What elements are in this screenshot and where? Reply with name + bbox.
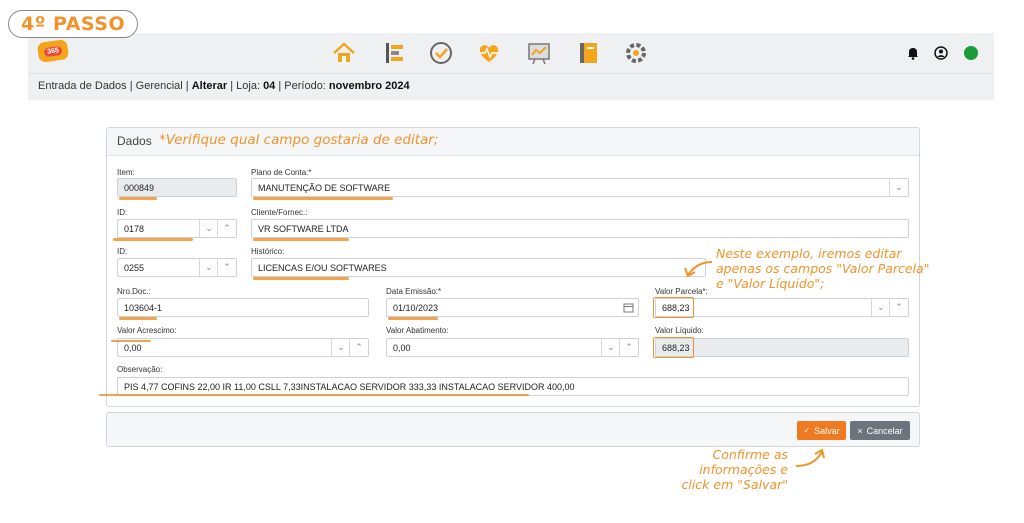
timeline-icon[interactable] bbox=[382, 40, 408, 66]
breadcrumb-periodo: novembro 2024 bbox=[328, 80, 410, 92]
breadcrumb-loja-label: | Loja: bbox=[227, 80, 264, 92]
user-circle-icon[interactable] bbox=[934, 46, 948, 60]
chevron-down-icon[interactable]: ⌄ bbox=[871, 299, 890, 316]
highlight-underline bbox=[111, 340, 151, 342]
breadcrumb: Entrada de Dados | Gerencial | Alterar |… bbox=[38, 80, 410, 92]
home-icon[interactable] bbox=[331, 40, 357, 66]
breadcrumb-bar: Entrada de Dados | Gerencial | Alterar |… bbox=[28, 73, 994, 100]
arrow-icon bbox=[684, 261, 713, 278]
id2-value: 0255 bbox=[124, 263, 145, 273]
obs-value: PIS 4,77 COFINS 22,00 IR 11,00 CSLL 7,33… bbox=[124, 382, 575, 392]
abatimento-label: Valor Abatimento: bbox=[386, 326, 449, 335]
notebook-icon[interactable] bbox=[576, 40, 602, 66]
highlight-underline bbox=[388, 317, 438, 320]
gear-cluster-icon[interactable] bbox=[623, 40, 649, 66]
save-button[interactable]: ✓ Salvar bbox=[797, 421, 846, 440]
highlight-underline bbox=[119, 197, 157, 200]
check-icon: ✓ bbox=[803, 426, 811, 435]
panel-header: Dados *Verifique qual campo gostaria de … bbox=[107, 128, 919, 156]
emissao-value: 01/10/2023 bbox=[393, 303, 439, 313]
save-label: Salvar bbox=[814, 425, 840, 436]
historico-label: Histórico: bbox=[251, 247, 285, 256]
chevron-up-icon[interactable]: ⌃ bbox=[619, 339, 638, 356]
highlight-underline bbox=[119, 317, 157, 320]
annotation-verify: *Verifique qual campo gostaria de editar… bbox=[159, 132, 439, 148]
abatimento-value: 0,00 bbox=[393, 343, 411, 353]
arrow-icon bbox=[795, 448, 825, 467]
item-field: 000849 bbox=[117, 178, 237, 197]
plano-value: MANUTENÇÃO DE SOFTWARE bbox=[258, 183, 391, 193]
id2-label: ID: bbox=[117, 247, 128, 256]
step-badge: 4º PASSO bbox=[8, 10, 139, 38]
check-circle-icon[interactable] bbox=[428, 40, 454, 66]
chevron-down-icon[interactable]: ⌄ bbox=[199, 220, 218, 237]
nrodoc-label: Nro.Doc.: bbox=[117, 287, 151, 296]
cliente-value: VR SOFTWARE LTDA bbox=[258, 224, 349, 234]
parcela-label: Valor Parcela*: bbox=[655, 287, 708, 296]
highlight-underline bbox=[113, 238, 193, 241]
app-logo[interactable]: 365 bbox=[36, 39, 70, 63]
acrescimo-label: Valor Acrescimo: bbox=[117, 326, 177, 335]
liquido-highlight bbox=[653, 337, 694, 358]
cancel-label: Cancelar bbox=[866, 425, 903, 436]
chevron-up-icon[interactable]: ⌃ bbox=[217, 259, 236, 276]
cliente-label: Cliente/Fornec.: bbox=[251, 208, 308, 217]
acrescimo-value: 0,00 bbox=[124, 343, 142, 353]
logo-text: 365 bbox=[43, 45, 63, 57]
breadcrumb-periodo-label: | Período: bbox=[275, 80, 329, 92]
chevron-down-icon[interactable]: ⌄ bbox=[199, 259, 218, 276]
liquido-label: Valor Líquido: bbox=[655, 326, 704, 335]
historico-value: LICENCAS E/OU SOFTWARES bbox=[258, 263, 387, 273]
plano-label: Plano de Conta:* bbox=[251, 168, 312, 177]
chevron-down-icon[interactable]: ⌄ bbox=[331, 339, 350, 356]
highlight-underline bbox=[253, 277, 349, 280]
breadcrumb-prefix: Entrada de Dados | Gerencial | bbox=[38, 80, 192, 92]
parcela-highlight bbox=[653, 297, 694, 318]
annotation-example: Neste exemplo, iremos editar apenas os c… bbox=[716, 246, 929, 291]
top-navbar: 365 bbox=[28, 33, 994, 73]
highlight-underline bbox=[253, 197, 393, 200]
abatimento-field[interactable]: 0,00 ⌄ ⌃ bbox=[386, 338, 639, 357]
annotation-example-line3: e "Valor Líquido"; bbox=[716, 276, 825, 291]
panel-title: Dados bbox=[117, 134, 152, 148]
chevron-up-icon[interactable]: ⌃ bbox=[889, 299, 908, 316]
chevron-up-icon[interactable]: ⌃ bbox=[217, 220, 236, 237]
id1-value: 0178 bbox=[124, 224, 145, 234]
annotation-example-line1: Neste exemplo, iremos editar bbox=[716, 246, 902, 261]
annotation-confirm-line1: Confirme as bbox=[712, 447, 788, 462]
cancel-button[interactable]: × Cancelar bbox=[850, 421, 910, 440]
annotation-confirm-line2: informações e bbox=[699, 462, 788, 477]
emissao-field[interactable]: 01/10/2023 bbox=[386, 298, 639, 317]
nrodoc-field[interactable]: 103604-1 bbox=[117, 298, 369, 317]
acrescimo-field[interactable]: 0,00 ⌄ ⌃ bbox=[117, 338, 369, 357]
cliente-field[interactable]: VR SOFTWARE LTDA bbox=[251, 219, 909, 238]
plano-select[interactable]: MANUTENÇÃO DE SOFTWARE ⌄ bbox=[251, 178, 909, 197]
bell-icon[interactable] bbox=[906, 46, 920, 60]
chart-board-icon[interactable] bbox=[526, 40, 552, 66]
annotation-example-line2: apenas os campos "Valor Parcela" bbox=[716, 261, 930, 276]
item-label: Item: bbox=[117, 168, 135, 177]
id1-select[interactable]: 0178 ⌄ ⌃ bbox=[117, 219, 237, 238]
highlight-underline bbox=[99, 394, 529, 396]
id2-select[interactable]: 0255 ⌄ ⌃ bbox=[117, 258, 237, 277]
chevron-down-icon[interactable]: ⌄ bbox=[889, 179, 908, 196]
emissao-label: Data Emissão:* bbox=[386, 287, 442, 296]
close-icon: × bbox=[857, 425, 863, 436]
nrodoc-value: 103604-1 bbox=[124, 303, 163, 313]
form-footer: ✓ Salvar × Cancelar bbox=[106, 412, 920, 447]
obs-label: Observação: bbox=[117, 365, 163, 374]
heart-pulse-icon[interactable] bbox=[476, 40, 502, 66]
status-dot-icon bbox=[964, 46, 978, 60]
annotation-confirm-line3: click em "Salvar" bbox=[681, 477, 788, 492]
calendar-icon[interactable] bbox=[623, 302, 634, 313]
chevron-down-icon[interactable]: ⌄ bbox=[601, 339, 620, 356]
historico-field[interactable]: LICENCAS E/OU SOFTWARES bbox=[251, 258, 706, 277]
highlight-underline bbox=[253, 238, 349, 241]
annotation-confirm: Confirme as informações e click em "Salv… bbox=[660, 447, 788, 492]
chevron-up-icon[interactable]: ⌃ bbox=[349, 339, 368, 356]
id1-label: ID: bbox=[117, 208, 128, 217]
breadcrumb-loja: 04 bbox=[263, 80, 276, 92]
breadcrumb-action: Alterar bbox=[191, 80, 228, 92]
item-value: 000849 bbox=[124, 183, 155, 193]
